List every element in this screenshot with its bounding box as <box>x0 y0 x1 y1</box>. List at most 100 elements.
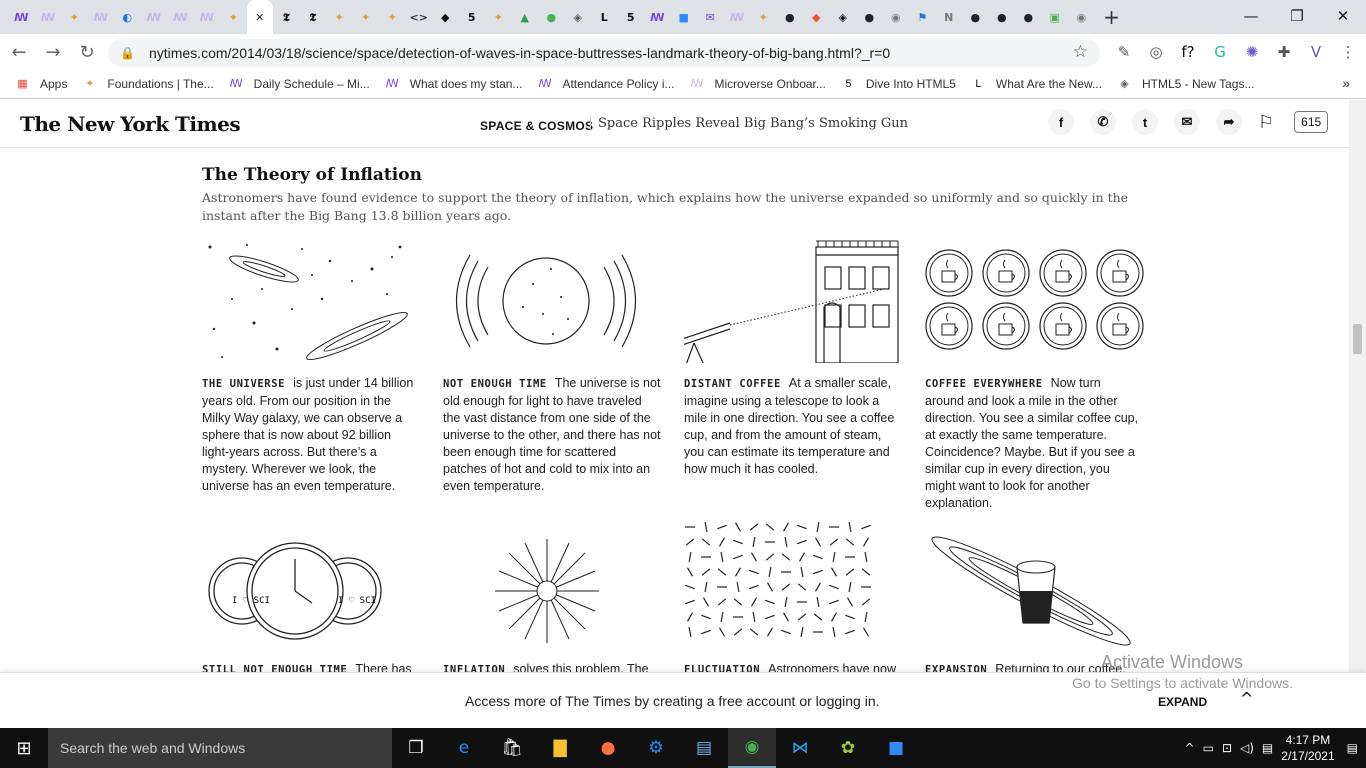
chevron-up-icon[interactable]: ^ <box>1240 689 1253 708</box>
browser-tab[interactable]: ● <box>962 0 989 34</box>
close-tab-icon[interactable]: ✕ <box>251 9 268 26</box>
paint-icon[interactable]: ✿ <box>824 728 872 768</box>
browser-tab[interactable]: ꟿ <box>644 0 671 34</box>
browser-tab[interactable]: ꟿ <box>8 0 35 34</box>
zoom-icon[interactable]: ■ <box>872 728 920 768</box>
task-view-icon[interactable]: ❐ <box>392 728 440 768</box>
forward-button[interactable]: → <box>38 42 68 63</box>
save-bookmark-icon[interactable]: ⚐ <box>1258 112 1274 133</box>
url-text[interactable]: nytimes.com/2014/03/18/science/space/det… <box>149 45 890 61</box>
bookmark-item[interactable]: L What Are the New... <box>970 76 1102 93</box>
extension-icon[interactable]: ◎ <box>1140 43 1172 61</box>
firefox-icon[interactable]: ● <box>584 728 632 768</box>
whatsapp-icon[interactable]: ✆ <box>1090 109 1116 135</box>
browser-tab[interactable]: ✦ <box>485 0 512 34</box>
taskbar-clock[interactable]: 4:17 PM 2/17/2021 <box>1281 732 1334 764</box>
browser-tab[interactable]: ◉ <box>1068 0 1095 34</box>
browser-tab[interactable]: ✦ <box>353 0 380 34</box>
tray-icon[interactable]: ◁) <box>1240 741 1254 755</box>
bookmark-item[interactable]: ✦ Foundations | The... <box>81 76 213 93</box>
browser-tab[interactable]: ● <box>777 0 804 34</box>
browser-tab[interactable]: ⚑ <box>909 0 936 34</box>
taskbar-search-input[interactable]: Search the web and Windows <box>48 728 392 768</box>
browser-tab[interactable]: ꟿ <box>167 0 194 34</box>
edge-icon[interactable]: e <box>440 728 488 768</box>
bookmark-item[interactable]: ▦ Apps <box>14 76 67 93</box>
browser-tab[interactable]: ✉ <box>697 0 724 34</box>
browser-tab[interactable]: ● <box>989 0 1016 34</box>
browser-tab[interactable]: 5 <box>459 0 486 34</box>
extension-icon[interactable]: ✚ <box>1268 43 1300 61</box>
bookmark-item[interactable]: ◈ HTML5 - New Tags... <box>1116 76 1254 93</box>
browser-tab[interactable]: ◐ <box>114 0 141 34</box>
maximize-button[interactable]: ❐ <box>1274 0 1320 34</box>
chrome-icon[interactable]: ◉ <box>728 728 776 768</box>
scrollbar-thumb[interactable] <box>1353 324 1362 354</box>
extension-icon[interactable]: ⋮ <box>1332 43 1364 61</box>
browser-tab[interactable]: ◉ <box>883 0 910 34</box>
browser-tab[interactable]: ◆ <box>432 0 459 34</box>
nyt-logo[interactable]: The New York Times <box>20 112 241 136</box>
browser-tab[interactable]: ▲ <box>512 0 539 34</box>
back-button[interactable]: ← <box>4 42 34 63</box>
minimize-button[interactable]: — <box>1228 0 1274 34</box>
browser-tab[interactable]: ● <box>538 0 565 34</box>
page-scrollbar[interactable] <box>1349 100 1366 672</box>
bookmark-item[interactable]: ꟿ Daily Schedule – Mi... <box>228 76 370 93</box>
notifications-icon[interactable]: ▤ <box>1347 741 1358 755</box>
browser-tab[interactable]: ● <box>1015 0 1042 34</box>
comments-count-button[interactable]: 615 <box>1294 111 1329 133</box>
browser-tab[interactable]: ꟿ <box>194 0 221 34</box>
browser-tab[interactable]: ■ <box>671 0 698 34</box>
extension-icon[interactable]: ✎ <box>1108 43 1140 61</box>
bookmarks-more-button[interactable]: » <box>1342 75 1350 91</box>
extension-icon[interactable]: ✺ <box>1236 43 1268 61</box>
bookmark-item[interactable]: 5 Dive Into HTML5 <box>840 76 956 93</box>
browser-tab[interactable]: ✦ <box>379 0 406 34</box>
twitter-icon[interactable]: t <box>1132 109 1158 135</box>
tray-icon[interactable]: ⊡ <box>1222 741 1232 755</box>
new-tab-button[interactable]: + <box>1095 5 1129 29</box>
tray-icon[interactable]: ▤ <box>1262 741 1273 755</box>
browser-tab[interactable]: L <box>591 0 618 34</box>
browser-tab[interactable]: ✦ <box>61 0 88 34</box>
browser-tab[interactable]: <> <box>406 0 433 34</box>
tray-icon[interactable]: ^ <box>1185 741 1195 755</box>
browser-tab[interactable]: ꟿ <box>88 0 115 34</box>
store-icon[interactable]: 🛍 <box>488 728 536 768</box>
browser-tab[interactable]: ● <box>856 0 883 34</box>
bookmark-item[interactable]: ꟿ Attendance Policy i... <box>536 76 674 93</box>
browser-tab[interactable]: ▣ <box>1042 0 1069 34</box>
browser-tab[interactable]: ✕ <box>246 0 273 34</box>
extension-icon[interactable]: f? <box>1172 43 1204 61</box>
bookmark-star-icon[interactable]: ☆ <box>1073 42 1088 62</box>
extension-icon[interactable]: G <box>1204 43 1236 61</box>
browser-tab[interactable]: ◈ <box>830 0 857 34</box>
expand-button[interactable]: EXPAND <box>1158 695 1207 709</box>
browser-tab[interactable]: ꟿ <box>141 0 168 34</box>
browser-tab[interactable]: ✦ <box>750 0 777 34</box>
bookmark-item[interactable]: ꟿ What does my stan... <box>384 76 523 93</box>
browser-tab[interactable]: 𝕿 <box>300 0 327 34</box>
browser-tab[interactable]: ꟿ <box>724 0 751 34</box>
email-icon[interactable]: ✉ <box>1174 109 1200 135</box>
facebook-icon[interactable]: f <box>1048 109 1074 135</box>
browser-tab[interactable]: ꟿ <box>35 0 62 34</box>
vscode-icon[interactable]: ⋈ <box>776 728 824 768</box>
file-explorer-icon[interactable]: ▇ <box>536 728 584 768</box>
browser-tab[interactable]: ◆ <box>803 0 830 34</box>
windows-start-icon[interactable]: ⊞ <box>0 738 48 759</box>
extension-icon[interactable]: V <box>1300 43 1332 61</box>
reload-button[interactable]: ↻ <box>72 42 102 63</box>
lock-icon[interactable]: 🔒 <box>120 46 135 60</box>
share-icon[interactable]: ➦ <box>1216 109 1242 135</box>
bookmark-item[interactable]: ꟿ Microverse Onboar... <box>689 76 825 93</box>
browser-tab[interactable]: N <box>936 0 963 34</box>
browser-tab[interactable]: 𝕿 <box>273 0 300 34</box>
browser-tab[interactable]: ✦ <box>326 0 353 34</box>
browser-tab[interactable]: ◈ <box>565 0 592 34</box>
settings-icon[interactable]: ⚙ <box>632 728 680 768</box>
tray-icon[interactable]: ▭ <box>1203 741 1214 755</box>
control-panel-icon[interactable]: ▤ <box>680 728 728 768</box>
close-window-button[interactable]: ✕ <box>1320 0 1366 34</box>
